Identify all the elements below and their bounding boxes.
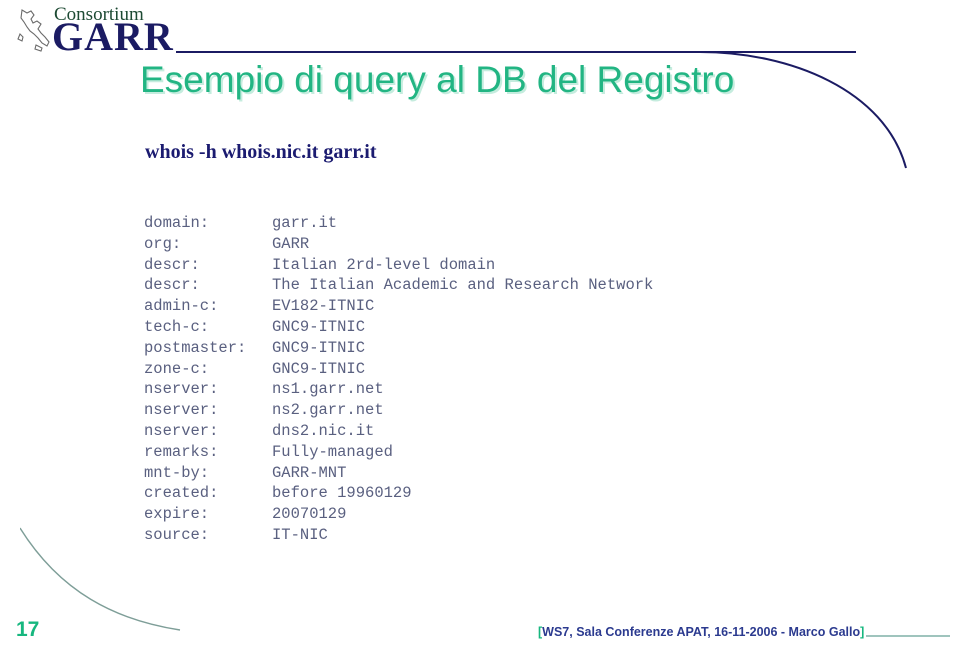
footer-bracket-close: ] (860, 625, 865, 639)
record-row: nserver: ns1.garr.net (144, 379, 653, 400)
record-row: descr: Italian 2rd-level domain (144, 255, 653, 276)
record-row: descr: The Italian Academic and Research … (144, 275, 653, 296)
record-value: IT-NIC (272, 525, 328, 544)
record-row: expire: 20070129 (144, 504, 653, 525)
header-divider-line (176, 51, 856, 53)
record-key: tech-c: (144, 317, 210, 336)
record-row: nserver: dns2.nic.it (144, 421, 653, 442)
record-value: garr.it (272, 214, 338, 232)
footer-text: [WS7, Sala Conferenze APAT, 16-11-2006 -… (538, 625, 864, 639)
record-row: source: IT-NIC (144, 525, 653, 546)
record-key: domain: (144, 214, 210, 232)
page-title: Esempio di query al DB del Registro (140, 59, 735, 100)
record-row: mnt-by: GARR-MNT (144, 463, 653, 484)
record-value: 20070129 (272, 505, 347, 524)
record-key: postmaster: (144, 338, 247, 357)
record-key: org: (144, 234, 182, 253)
record-row: domain: garr.it (144, 213, 653, 234)
record-key: remarks: (144, 442, 219, 461)
whois-command-line: whois -h whois.nic.it garr.it (145, 141, 377, 163)
record-key: descr: (144, 255, 200, 274)
record-row: nserver: ns2.garr.net (144, 400, 653, 421)
page-number: 17 (16, 618, 40, 641)
record-value: GNC9-ITNIC (272, 317, 366, 336)
record-value: before 19960129 (272, 484, 412, 503)
slide: Consortium GARR Esempio di query al DB d… (0, 0, 960, 645)
garr-logo: Consortium GARR (14, 3, 189, 59)
record-value: Fully-managed (272, 442, 393, 461)
logo-garr-text: GARR (52, 14, 174, 59)
record-key: admin-c: (144, 297, 219, 316)
footer-divider-line (866, 635, 950, 637)
record-key: mnt-by: (144, 463, 210, 482)
record-key: descr: (144, 276, 200, 295)
decorative-arc-top-right (700, 51, 907, 169)
record-value: EV182-ITNIC (272, 297, 375, 316)
record-key: nserver: (144, 380, 219, 399)
record-row: remarks: Fully-managed (144, 442, 653, 463)
record-value: Italian 2rd-level domain (272, 255, 496, 274)
record-value: ns1.garr.net (272, 380, 384, 399)
record-value: GNC9-ITNIC (272, 359, 366, 378)
record-row: zone-c: GNC9-ITNIC (144, 359, 653, 380)
footer-label: WS7, Sala Conferenze APAT, 16-11-2006 - … (542, 625, 861, 639)
record-row: org: GARR (144, 234, 653, 255)
record-value: GNC9-ITNIC (272, 338, 366, 357)
record-value: dns2.nic.it (272, 421, 375, 440)
record-row: created: before 19960129 (144, 483, 653, 504)
record-key: source: (144, 525, 210, 544)
record-value: ns2.garr.net (272, 401, 384, 420)
record-key: nserver: (144, 421, 219, 440)
record-row: tech-c: GNC9-ITNIC (144, 317, 653, 338)
record-row: postmaster: GNC9-ITNIC (144, 338, 653, 359)
record-key: zone-c: (144, 359, 210, 378)
record-value: GARR-MNT (272, 463, 347, 482)
record-value: The Italian Academic and Research Networ… (272, 276, 654, 295)
record-key: nserver: (144, 401, 219, 420)
whois-record-block: domain: garr.it org: GARR descr: Italian 2rd-… (144, 213, 653, 546)
italy-map-icon (17, 9, 50, 52)
record-row: admin-c: EV182-ITNIC (144, 296, 653, 317)
record-key: created: (144, 484, 219, 503)
record-value: GARR (272, 234, 310, 253)
record-key: expire: (144, 505, 210, 524)
